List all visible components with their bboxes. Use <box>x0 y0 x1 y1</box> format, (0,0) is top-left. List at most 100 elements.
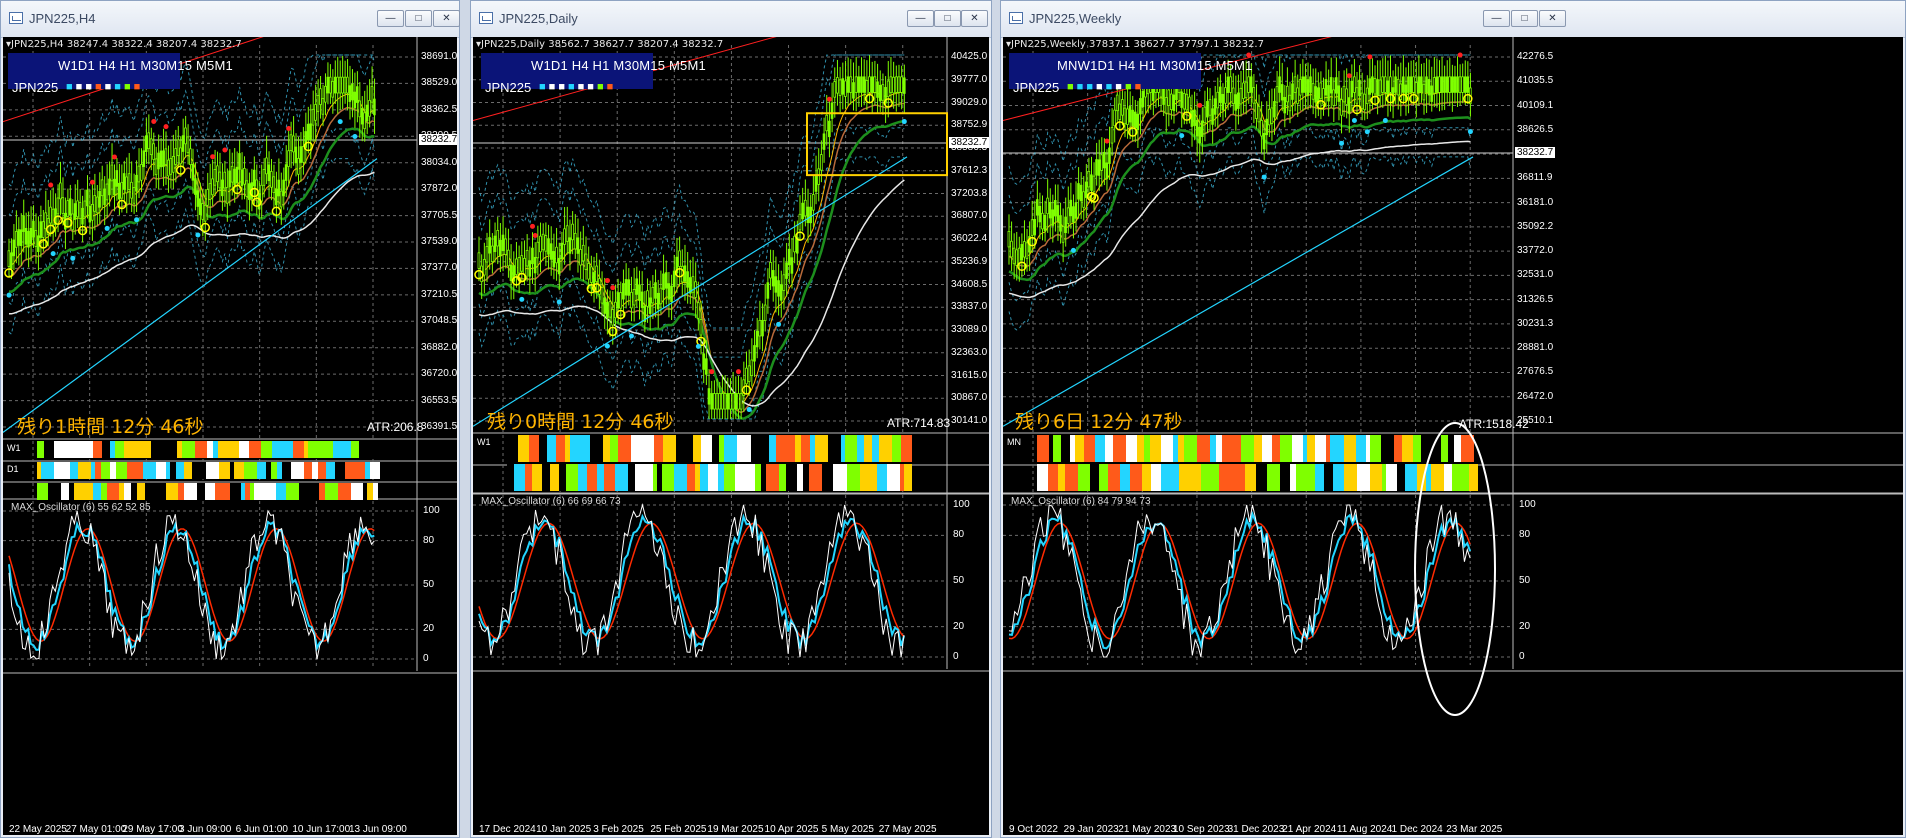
trend-strip-cell <box>1441 435 1448 462</box>
swing-dot <box>286 126 292 132</box>
price-chart[interactable]: JPN225,Weekly 37837.1 38627.7 37797.1 38… <box>1003 37 1903 835</box>
swing-dot <box>1246 52 1252 58</box>
trend-strip-cell <box>351 483 363 500</box>
candle <box>120 181 123 199</box>
swing-dot <box>1197 102 1203 108</box>
trend-strip-cell <box>1381 435 1394 462</box>
candle <box>769 262 772 279</box>
trend-strip-cell <box>514 464 525 491</box>
chart-canvas[interactable] <box>1003 37 1903 835</box>
candle <box>482 259 486 276</box>
chart-canvas[interactable] <box>473 37 989 835</box>
close-button[interactable]: ✕ <box>961 10 988 27</box>
candle <box>686 271 689 288</box>
swing-dot <box>530 223 535 229</box>
candle <box>1216 91 1220 109</box>
candle <box>571 223 574 241</box>
minimize-button[interactable]: — <box>377 10 404 27</box>
swing-dot <box>604 343 610 349</box>
trend-strip-cell <box>776 435 788 462</box>
swing-dot <box>1070 247 1076 253</box>
candle <box>873 76 877 93</box>
candle <box>1247 76 1250 93</box>
candle <box>196 190 200 207</box>
trend-strip-cell <box>86 483 93 500</box>
candle <box>1023 241 1026 258</box>
candle <box>632 288 636 306</box>
candle <box>1443 76 1446 93</box>
trend-strip-cell <box>542 464 550 491</box>
trend-strip-cell <box>304 441 308 458</box>
price-axis-label: 35092.2 <box>1517 220 1554 232</box>
candle <box>1046 197 1049 215</box>
trend-strip-cell <box>1078 464 1090 491</box>
swing-dot <box>337 119 343 125</box>
candle <box>233 168 236 186</box>
trend-strip-cell <box>864 435 872 462</box>
trend-strip-cell <box>871 464 877 491</box>
chart-window-h4[interactable]: JPN225,H4 — □ ✕ JPN225,H4 38247.4 38322.… <box>0 0 460 838</box>
candle <box>496 230 499 247</box>
band-line <box>8 128 375 306</box>
trend-strip-cell <box>1324 464 1333 491</box>
close-button[interactable]: ✕ <box>433 10 460 27</box>
price-chart[interactable]: JPN225,Daily 38562.7 38627.7 38207.4 382… <box>473 37 989 835</box>
trend-strip-cell <box>1216 435 1222 462</box>
candle <box>1105 162 1109 179</box>
band-line <box>8 158 375 336</box>
x-axis-label: 29 May 17:00 <box>122 824 183 835</box>
minimize-button[interactable]: — <box>907 10 934 27</box>
trend-strip-cell <box>335 462 345 479</box>
trend-strip-cell <box>1120 464 1130 491</box>
title-bar[interactable]: JPN225,Daily — □ ✕ <box>471 1 991 38</box>
candle <box>552 251 556 268</box>
price-axis-label: 32531.0 <box>1517 269 1554 281</box>
trend-strip-cell <box>182 441 186 458</box>
candle <box>181 135 185 152</box>
trend-strip-cell <box>1113 435 1126 462</box>
candle <box>894 76 898 93</box>
price-axis-label: 37705.5 <box>421 209 457 221</box>
trend-strip-cell <box>856 464 860 491</box>
trend-strip-cell <box>1292 435 1303 462</box>
candle <box>533 256 537 274</box>
price-axis-label: 30231.3 <box>1517 317 1554 329</box>
price-axis-label: 27676.5 <box>1517 366 1554 378</box>
trend-strip-cell <box>241 483 245 500</box>
candle <box>154 158 158 176</box>
trend-strip-cell <box>1256 464 1267 491</box>
candle <box>1066 207 1070 224</box>
close-button[interactable]: ✕ <box>1539 10 1566 27</box>
candle <box>1463 76 1467 93</box>
swing-dot <box>163 124 169 130</box>
trend-strip-cell <box>177 441 182 458</box>
trend-strip-cell <box>304 462 312 479</box>
minimize-button[interactable]: — <box>1483 10 1510 27</box>
trend-strip-cell <box>712 435 719 462</box>
candle <box>825 114 829 132</box>
trend-strip-cell <box>48 483 61 500</box>
candle <box>1422 83 1426 101</box>
price-chart[interactable]: JPN225,H4 38247.4 38322.4 38207.4 38232.… <box>3 37 457 835</box>
trend-strip-cell <box>628 464 635 491</box>
osc-smoothed-line <box>478 513 905 649</box>
candle <box>142 150 146 168</box>
candle <box>1017 247 1021 265</box>
candle <box>348 85 352 102</box>
candle <box>1231 87 1235 105</box>
title-bar[interactable]: JPN225,Weekly — □ ✕ <box>1001 1 1905 38</box>
trend-strip-cell <box>176 462 184 479</box>
chart-window-daily[interactable]: JPN225,Daily — □ ✕ JPN225,Daily 38562.7 … <box>470 0 992 838</box>
swing-dot <box>195 232 201 238</box>
candle <box>718 393 722 410</box>
maximize-button[interactable]: □ <box>934 10 961 27</box>
maximize-button[interactable]: □ <box>405 10 432 27</box>
oscillator-header: MAX_Oscillator (6) 66 69 66 73 <box>481 496 621 507</box>
maximize-button[interactable]: □ <box>1511 10 1538 27</box>
title-bar[interactable]: JPN225,H4 — □ ✕ <box>1 1 460 38</box>
trend-strip-cell <box>687 464 691 491</box>
candle <box>1035 199 1039 216</box>
trend-dot: ■ <box>1067 81 1077 93</box>
chart-window-weekly[interactable]: JPN225,Weekly — □ ✕ JPN225,Weekly 37837.… <box>1000 0 1906 838</box>
swing-dot <box>604 278 610 284</box>
